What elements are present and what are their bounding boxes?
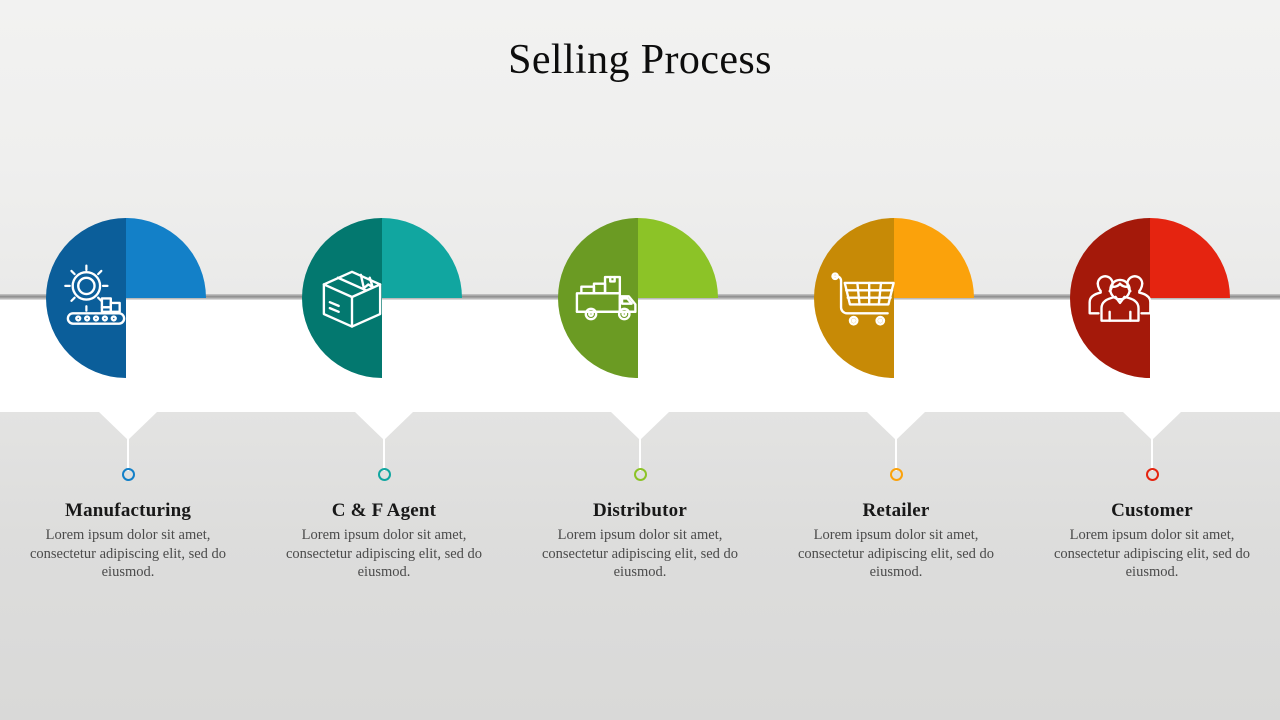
connector-dot-c-and-f-agent [378, 468, 391, 481]
connector-notch-c-and-f-agent [355, 412, 413, 440]
connector-stem-c-and-f-agent [383, 438, 385, 471]
step-description-c-and-f-agent: Lorem ipsum dolor sit amet, consectetur … [285, 527, 483, 581]
step-label-manufacturing: Manufacturing [64, 500, 192, 521]
package-box-icon [310, 254, 394, 340]
selling-process-slide: Selling Process Manufacturing Lorem ipsu… [0, 0, 1280, 720]
connector-dot-distributor [634, 468, 647, 481]
process-step-manufacturing[interactable]: Manufacturing Lorem ipsum dolor sit amet… [0, 0, 256, 720]
delivery-truck-icon [566, 254, 650, 340]
gear-conveyor-icon [54, 254, 138, 340]
connector-stem-customer [1151, 438, 1153, 471]
connector-stem-retailer [895, 438, 897, 471]
connector-stem-manufacturing [127, 438, 129, 471]
step-description-distributor: Lorem ipsum dolor sit amet, consectetur … [541, 527, 739, 581]
step-description-retailer: Lorem ipsum dolor sit amet, consectetur … [797, 527, 995, 581]
connector-dot-retailer [890, 468, 903, 481]
step-label-distributor: Distributor [592, 500, 688, 521]
process-step-c-and-f-agent[interactable]: C & F Agent Lorem ipsum dolor sit amet, … [256, 0, 512, 720]
step-description-customer: Lorem ipsum dolor sit amet, consectetur … [1053, 527, 1251, 581]
step-shape-customer[interactable] [1070, 218, 1230, 378]
step-shape-distributor[interactable] [558, 218, 718, 378]
shape-quadrant-top-right [1150, 218, 1230, 298]
people-group-icon [1078, 254, 1162, 340]
step-label-customer: Customer [1111, 500, 1193, 521]
step-shape-manufacturing[interactable] [46, 218, 206, 378]
step-shape-c-and-f-agent[interactable] [302, 218, 462, 378]
connector-notch-manufacturing [99, 412, 157, 440]
shape-quadrant-top-right [382, 218, 462, 298]
shopping-cart-icon [822, 254, 906, 340]
shape-quadrant-top-right [894, 218, 974, 298]
connector-dot-customer [1146, 468, 1159, 481]
step-label-retailer: Retailer [862, 500, 930, 521]
connector-dot-manufacturing [122, 468, 135, 481]
connector-notch-customer [1123, 412, 1181, 440]
shape-quadrant-top-right [126, 218, 206, 298]
shape-quadrant-top-right [638, 218, 718, 298]
process-step-retailer[interactable]: Retailer Lorem ipsum dolor sit amet, con… [768, 0, 1024, 720]
process-step-customer[interactable]: Customer Lorem ipsum dolor sit amet, con… [1024, 0, 1280, 720]
connector-stem-distributor [639, 438, 641, 471]
process-step-distributor[interactable]: Distributor Lorem ipsum dolor sit amet, … [512, 0, 768, 720]
step-shape-retailer[interactable] [814, 218, 974, 378]
step-label-c-and-f-agent: C & F Agent [331, 500, 437, 521]
step-description-manufacturing: Lorem ipsum dolor sit amet, consectetur … [29, 527, 227, 581]
connector-notch-distributor [611, 412, 669, 440]
connector-notch-retailer [867, 412, 925, 440]
